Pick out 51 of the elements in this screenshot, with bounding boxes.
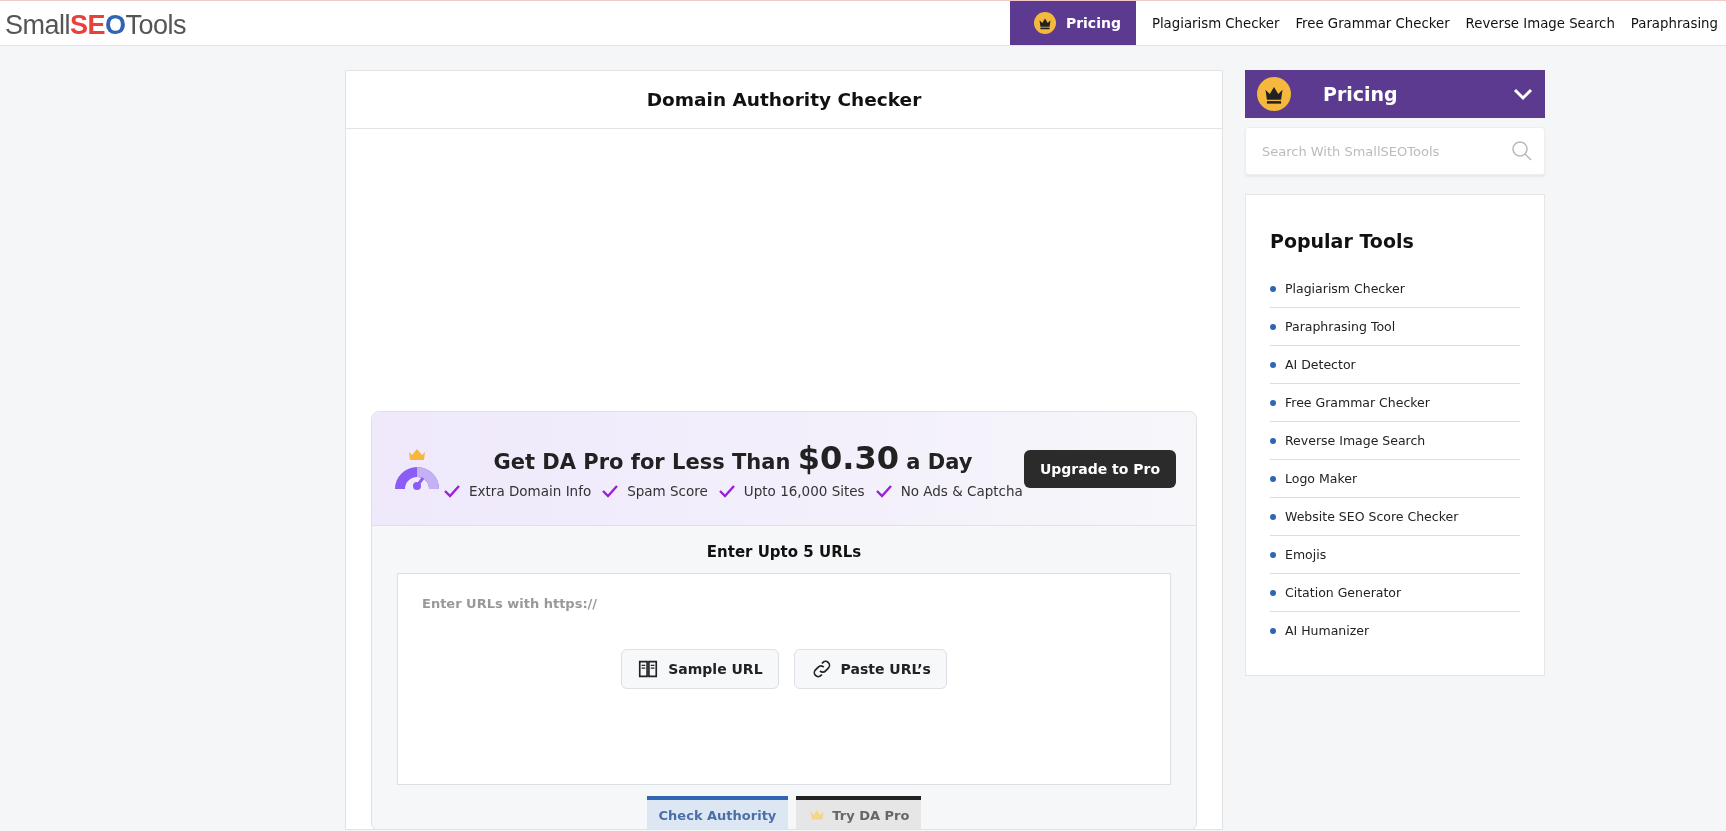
chevron-icon [1513, 87, 1533, 101]
tool-link[interactable]: Paraphrasing Tool [1285, 319, 1396, 334]
nav-link[interactable]: Reverse Image Search [1457, 1, 1623, 45]
bullet-icon [1270, 551, 1276, 558]
feature-text: No Ads & Captcha [900, 482, 1023, 499]
bullet-icon [1270, 475, 1276, 482]
bullet-icon [1270, 437, 1276, 444]
check-authority-button[interactable]: Check Authority [646, 796, 789, 829]
nav-link[interactable]: Free Grammar Checker [1287, 1, 1458, 45]
check-icon [443, 483, 462, 498]
feature-text: Spam Score [627, 482, 708, 499]
pricing-dropdown[interactable]: Pricing [1245, 70, 1545, 118]
tool-link[interactable]: Free Grammar Checker [1285, 395, 1430, 410]
crown-icon [1257, 77, 1291, 111]
tool-link[interactable]: Website SEO Score Checker [1285, 509, 1459, 524]
try-pro-button[interactable]: Try DA Pro [796, 796, 922, 829]
check-icon [874, 483, 893, 498]
book-icon [637, 658, 660, 680]
tool-link[interactable]: Emojis [1285, 547, 1327, 562]
input-label: Enter Upto 5 URLs [705, 542, 863, 563]
tool-link[interactable]: Logo Maker [1285, 471, 1357, 486]
search-icon [1511, 140, 1533, 162]
nav-link[interactable]: Plagiarism Checker [1143, 1, 1288, 45]
bullet-icon [1270, 285, 1276, 292]
tool-link[interactable]: AI Humanizer [1285, 623, 1370, 638]
crown-icon [1033, 12, 1056, 34]
bullet-icon [1270, 589, 1276, 596]
feature-text: Extra Domain Info [469, 482, 592, 499]
bullet-icon [1270, 323, 1276, 330]
check-icon [601, 483, 620, 498]
bullet-icon [1270, 361, 1276, 368]
feature-text: Upto 16,000 Sites [743, 482, 865, 499]
tool-link[interactable]: AI Detector [1285, 357, 1356, 372]
pricing-button[interactable]: Pricing [1009, 1, 1136, 45]
promo-headline: Get DA Pro for Less Than $0.30 a Day [493, 438, 973, 477]
logo[interactable]: SmallSEOTools [0, 1, 187, 45]
paste-url-button[interactable]: Paste URL’s [793, 649, 947, 689]
bullet-icon [1270, 399, 1276, 406]
page-title: Domain Authority Checker [346, 71, 1222, 129]
bullet-icon [1270, 513, 1276, 520]
search-field[interactable]: Search With SmallSEOTools [1245, 127, 1545, 175]
url-input-field[interactable]: Enter URLs with https:// Sample URL Paste URL’s [397, 573, 1171, 785]
check-icon [717, 483, 736, 498]
tool-link[interactable]: Citation Generator [1285, 585, 1402, 600]
tool-link[interactable]: Reverse Image Search [1285, 433, 1426, 448]
tool-link[interactable]: Plagiarism Checker [1285, 281, 1405, 296]
nav-link[interactable]: Paraphrasing [1622, 1, 1726, 45]
bullet-icon [1270, 627, 1276, 634]
section-title: Popular Tools [1270, 230, 1415, 252]
upgrade-button[interactable]: Upgrade to Pro [1023, 449, 1176, 488]
sample-url-button[interactable]: Sample URL [621, 649, 779, 689]
